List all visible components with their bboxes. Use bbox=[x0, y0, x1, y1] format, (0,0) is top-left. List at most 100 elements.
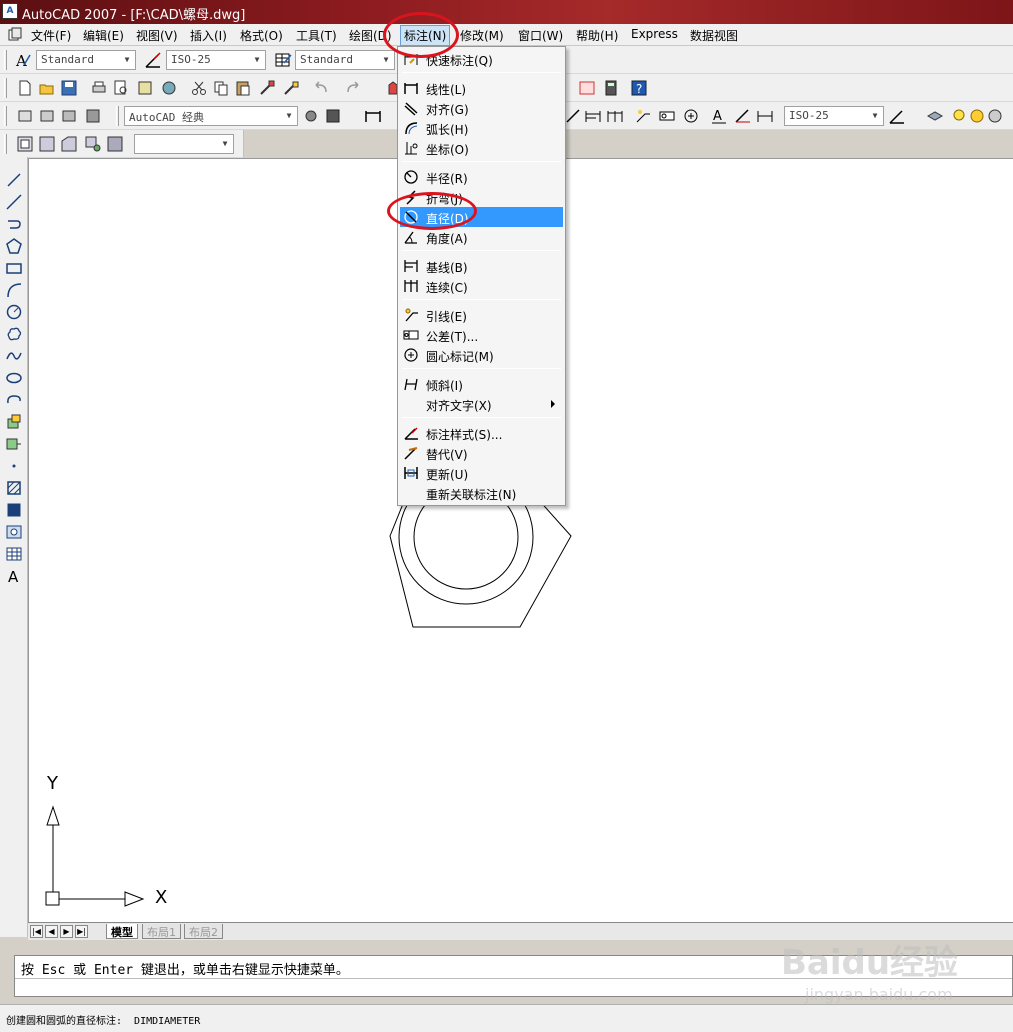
menu-insert[interactable]: 插入(I) bbox=[190, 27, 227, 44]
menu-item-dimension-style[interactable]: 标注样式(S)... bbox=[400, 423, 563, 443]
menu-help[interactable]: 帮助(H) bbox=[576, 27, 618, 44]
light-bulb-icon[interactable] bbox=[950, 107, 968, 125]
menu-item-angular[interactable]: 角度(A) bbox=[400, 227, 563, 247]
workspace-save-icon[interactable] bbox=[84, 107, 102, 125]
save-icon[interactable] bbox=[60, 79, 78, 97]
construction-line-icon[interactable] bbox=[5, 193, 23, 211]
chevron-down-icon[interactable]: ▼ bbox=[219, 137, 231, 151]
menu-item-leader[interactable]: 引线(E) bbox=[400, 305, 563, 325]
layer-previous-icon[interactable] bbox=[38, 107, 56, 125]
convert-viewport-icon[interactable] bbox=[84, 135, 102, 153]
clip-viewport-icon[interactable] bbox=[106, 135, 124, 153]
chevron-down-icon[interactable]: ▼ bbox=[251, 53, 263, 67]
autocad-app-icon[interactable]: A bbox=[2, 3, 18, 19]
make-block-icon[interactable] bbox=[5, 435, 23, 453]
chevron-down-icon[interactable]: ▼ bbox=[380, 53, 392, 67]
layers-icon[interactable] bbox=[926, 107, 944, 125]
tab-model[interactable]: 模型 bbox=[106, 924, 138, 939]
arc-icon[interactable] bbox=[5, 281, 23, 299]
3d-dwf-icon[interactable] bbox=[160, 79, 178, 97]
center-mark-icon[interactable] bbox=[682, 107, 700, 125]
tolerance-icon[interactable] bbox=[658, 107, 676, 125]
calculator-icon[interactable] bbox=[602, 79, 620, 97]
toolbar-grip[interactable] bbox=[116, 106, 119, 126]
gradient-icon[interactable] bbox=[5, 501, 23, 519]
rectangle-icon[interactable] bbox=[5, 259, 23, 277]
layer-states-icon[interactable] bbox=[60, 107, 78, 125]
menu-format[interactable]: 格式(O) bbox=[240, 27, 283, 44]
tab-layout1[interactable]: 布局1 bbox=[142, 924, 181, 939]
menu-file[interactable]: 文件(F) bbox=[31, 27, 71, 44]
layer-icon[interactable] bbox=[16, 107, 34, 125]
block-editor-icon[interactable] bbox=[282, 79, 300, 97]
single-viewport-icon[interactable] bbox=[38, 135, 56, 153]
chevron-down-icon[interactable]: ▼ bbox=[283, 109, 295, 123]
dim-update-icon[interactable] bbox=[756, 107, 774, 125]
dim-style-edit-icon[interactable] bbox=[734, 107, 752, 125]
menu-item-align-text[interactable]: 对齐文字(X) bbox=[400, 394, 563, 414]
menu-item-arc-length[interactable]: 弧长(H) bbox=[400, 118, 563, 138]
circle-icon[interactable] bbox=[5, 303, 23, 321]
text-style-select[interactable]: Standard ▼ bbox=[36, 50, 136, 70]
menu-item-override[interactable]: 替代(V) bbox=[400, 443, 563, 463]
viewport-icon[interactable] bbox=[16, 135, 34, 153]
menu-data-view[interactable]: 数据视图 bbox=[690, 27, 738, 44]
viewport-scale-select[interactable]: ▼ bbox=[134, 134, 234, 154]
line-icon[interactable] bbox=[5, 171, 23, 189]
menu-modify[interactable]: 修改(M) bbox=[460, 27, 504, 44]
menu-express[interactable]: Express bbox=[631, 27, 678, 41]
help-icon[interactable]: ? bbox=[630, 79, 648, 97]
next-tab-button[interactable]: ▶ bbox=[60, 925, 73, 938]
continue-icon[interactable] bbox=[606, 107, 624, 125]
menu-item-aligned[interactable]: 对齐(G) bbox=[400, 98, 563, 118]
menu-edit[interactable]: 编辑(E) bbox=[83, 27, 124, 44]
first-tab-button[interactable]: |◀ bbox=[30, 925, 43, 938]
undo-icon[interactable] bbox=[312, 79, 330, 97]
menu-item-baseline[interactable]: 基线(B) bbox=[400, 256, 563, 276]
dim-style-select-right[interactable]: ISO-25 ▼ bbox=[784, 106, 884, 126]
dimension-style-icon[interactable] bbox=[888, 107, 906, 125]
menu-tools[interactable]: 工具(T) bbox=[296, 27, 337, 44]
hatch-icon[interactable] bbox=[5, 479, 23, 497]
redo-icon[interactable] bbox=[344, 79, 362, 97]
chevron-down-icon[interactable]: ▼ bbox=[869, 109, 881, 123]
menu-item-oblique[interactable]: 倾斜(I) bbox=[400, 374, 563, 394]
menu-item-linear[interactable]: 线性(L) bbox=[400, 78, 563, 98]
last-tab-button[interactable]: ▶| bbox=[75, 925, 88, 938]
workspace-settings-icon[interactable] bbox=[302, 107, 320, 125]
document-icon[interactable] bbox=[8, 27, 22, 41]
print-icon[interactable] bbox=[90, 79, 108, 97]
revision-cloud-icon[interactable] bbox=[5, 325, 23, 343]
ellipse-arc-icon[interactable] bbox=[5, 391, 23, 409]
menu-item-reassociate[interactable]: 重新关联标注(N) bbox=[400, 483, 563, 503]
region-icon[interactable] bbox=[5, 523, 23, 541]
prev-tab-button[interactable]: ◀ bbox=[45, 925, 58, 938]
open-file-icon[interactable] bbox=[38, 79, 56, 97]
plot-preview-icon[interactable] bbox=[112, 79, 130, 97]
insert-block-icon[interactable] bbox=[5, 413, 23, 431]
toolbar-grip[interactable] bbox=[4, 78, 7, 98]
cut-icon[interactable] bbox=[190, 79, 208, 97]
dimension-style-icon[interactable] bbox=[144, 51, 162, 69]
menu-view[interactable]: 视图(V) bbox=[136, 27, 178, 44]
text-style-icon[interactable]: A bbox=[14, 51, 32, 69]
ellipse-icon[interactable] bbox=[5, 369, 23, 387]
polyline-icon[interactable] bbox=[5, 215, 23, 233]
polygon-icon[interactable] bbox=[5, 237, 23, 255]
leader-icon[interactable] bbox=[634, 107, 652, 125]
toolbar-grip[interactable] bbox=[4, 106, 7, 126]
menu-item-radius[interactable]: 半径(R) bbox=[400, 167, 563, 187]
menu-item-continue[interactable]: 连续(C) bbox=[400, 276, 563, 296]
layer-lock-icon[interactable] bbox=[986, 107, 1004, 125]
polygonal-viewport-icon[interactable] bbox=[60, 135, 78, 153]
toolbar-grip[interactable] bbox=[4, 50, 7, 70]
dim-text-edit-icon[interactable]: A bbox=[710, 107, 728, 125]
copy-icon[interactable] bbox=[212, 79, 230, 97]
freeze-sun-icon[interactable] bbox=[968, 107, 986, 125]
table-icon[interactable] bbox=[5, 545, 23, 563]
baseline-icon[interactable] bbox=[584, 107, 602, 125]
menu-item-update[interactable]: 更新(U) bbox=[400, 463, 563, 483]
menu-item-center-mark[interactable]: 圆心标记(M) bbox=[400, 345, 563, 365]
table-style-select[interactable]: Standard ▼ bbox=[295, 50, 395, 70]
linear-dimension-icon[interactable] bbox=[364, 107, 382, 125]
